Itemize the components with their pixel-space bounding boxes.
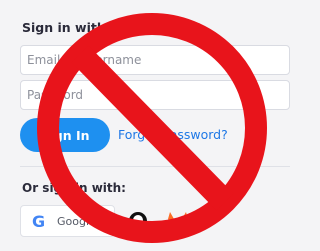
sign-in-form: Sign in with your account Email or Usern…	[0, 0, 303, 251]
gitlab-icon	[168, 212, 188, 231]
forgot-password-link[interactable]: Forgot password?	[118, 127, 228, 142]
google-sign-in-button[interactable]: G Google	[20, 205, 115, 237]
github-sign-in-button[interactable]	[123, 205, 153, 237]
email-field[interactable]: Email or Username	[20, 45, 290, 75]
social-sign-in-heading: Or sign in with:	[22, 181, 126, 195]
divider	[20, 166, 290, 167]
google-label: Google	[57, 215, 96, 228]
email-placeholder: Email or Username	[27, 53, 142, 67]
sign-in-button[interactable]: Sign In	[20, 118, 110, 152]
github-icon	[129, 212, 147, 233]
gitlab-sign-in-button[interactable]	[160, 205, 210, 237]
sign-in-heading: Sign in with your account	[22, 20, 202, 35]
google-icon: G	[32, 212, 46, 231]
password-field[interactable]: Password	[20, 80, 290, 110]
password-placeholder: Password	[27, 88, 84, 102]
